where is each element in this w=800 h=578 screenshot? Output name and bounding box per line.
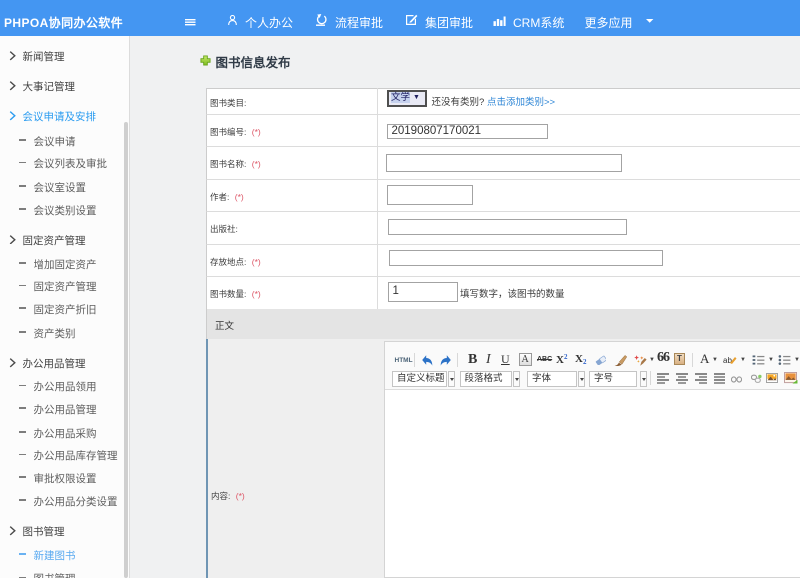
svg-text:ab: ab [723,356,732,365]
